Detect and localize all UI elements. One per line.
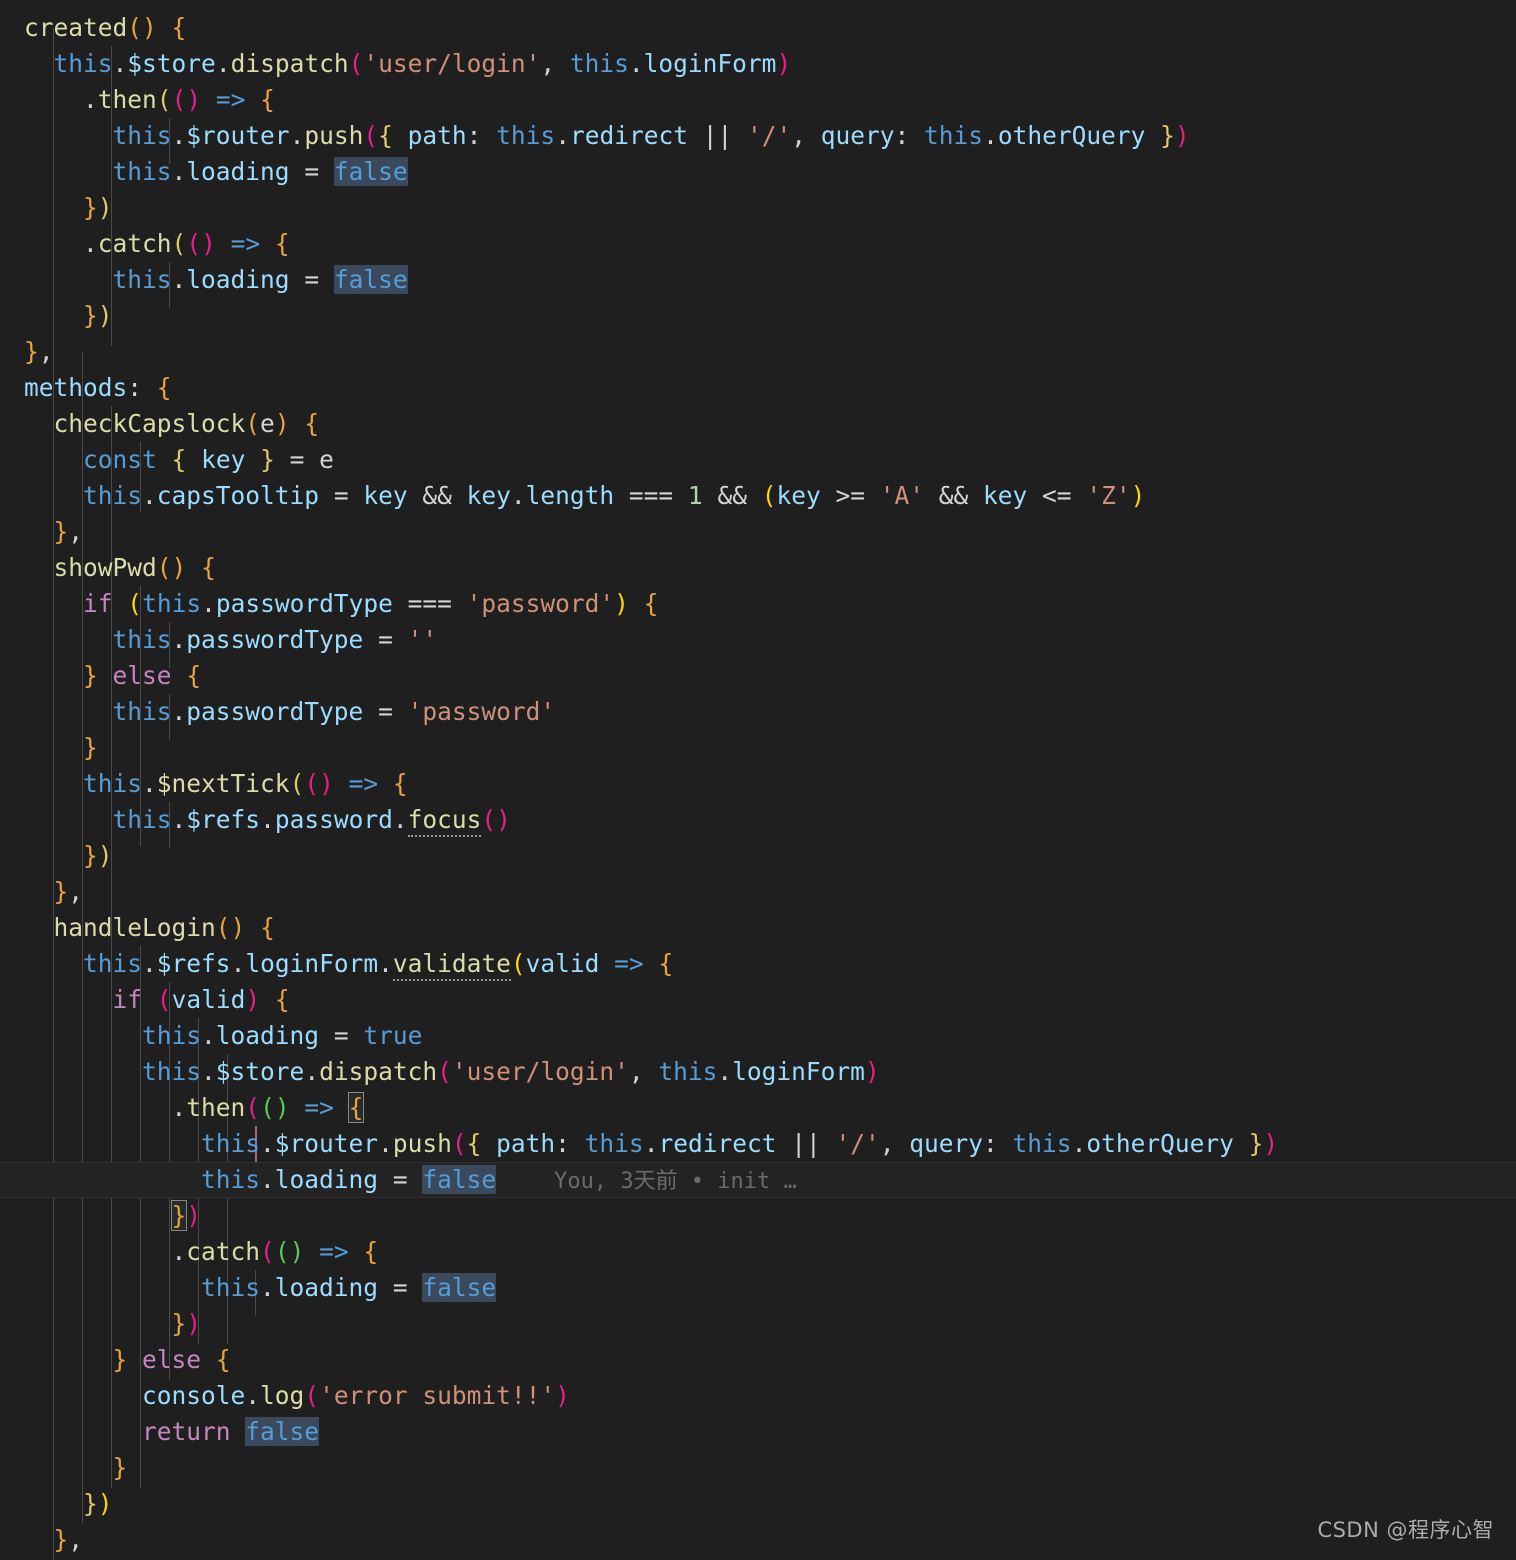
occurrence-highlight: false [334, 157, 408, 186]
code-line[interactable]: methods: { [0, 370, 1516, 406]
code-line[interactable]: }) [0, 1486, 1516, 1522]
code-line[interactable]: }, [0, 0, 1516, 10]
error-squiggle: focus [408, 805, 482, 837]
code-line[interactable]: this.loading = false [0, 1270, 1516, 1306]
code-line[interactable]: } [0, 730, 1516, 766]
code-line[interactable]: if (this.passwordType === 'password') { [0, 586, 1516, 622]
code-line[interactable]: }, [0, 1522, 1516, 1558]
code-line[interactable]: this.passwordType = '' [0, 622, 1516, 658]
code-line[interactable]: .catch(() => { [0, 1234, 1516, 1270]
code-line[interactable]: console.log('error submit!!') [0, 1378, 1516, 1414]
code-line[interactable]: this.loading = false [0, 154, 1516, 190]
code-line[interactable]: checkCapslock(e) { [0, 406, 1516, 442]
code-line[interactable]: this.loading = true [0, 1018, 1516, 1054]
code-line[interactable]: this.$router.push({ path: this.redirect … [0, 1126, 1516, 1162]
code-lines[interactable]: }, created() { this.$store.dispatch('use… [0, 0, 1516, 1558]
occurrence-highlight: false [245, 1417, 319, 1446]
code-line[interactable]: .then(() => { [0, 1090, 1516, 1126]
code-line[interactable]: this.$nextTick(() => { [0, 766, 1516, 802]
code-line[interactable]: }, [0, 514, 1516, 550]
bracket-match-close: } [172, 1201, 187, 1230]
occurrence-highlight: false [334, 265, 408, 294]
code-line[interactable]: }) [0, 838, 1516, 874]
code-line[interactable]: this.$router.push({ path: this.redirect … [0, 118, 1516, 154]
code-line[interactable]: .then(() => { [0, 82, 1516, 118]
code-line[interactable]: return false [0, 1414, 1516, 1450]
code-line[interactable]: }) [0, 190, 1516, 226]
error-squiggle: validate [393, 949, 511, 981]
code-line[interactable]: } else { [0, 1342, 1516, 1378]
code-line[interactable]: } [0, 1450, 1516, 1486]
code-line[interactable]: this.capsTooltip = key && key.length ===… [0, 478, 1516, 514]
code-editor-viewport[interactable]: }, created() { this.$store.dispatch('use… [0, 0, 1516, 1560]
code-line[interactable]: this.$store.dispatch('user/login', this.… [0, 1054, 1516, 1090]
bracket-match-open: { [349, 1093, 364, 1122]
code-line[interactable]: }, [0, 334, 1516, 370]
occurrence-highlight: false [422, 1165, 496, 1194]
code-line[interactable]: this.$refs.loginForm.validate(valid => { [0, 946, 1516, 982]
code-line[interactable]: showPwd() { [0, 550, 1516, 586]
code-line[interactable]: created() { [0, 10, 1516, 46]
code-line[interactable]: this.passwordType = 'password' [0, 694, 1516, 730]
code-line[interactable]: this.$refs.password.focus() [0, 802, 1516, 838]
occurrence-highlight: false [422, 1273, 496, 1302]
code-line[interactable]: }, [0, 874, 1516, 910]
code-line[interactable]: this.$store.dispatch('user/login', this.… [0, 46, 1516, 82]
code-line[interactable]: }) [0, 1306, 1516, 1342]
code-line[interactable]: if (valid) { [0, 982, 1516, 1018]
code-line[interactable]: }) [0, 298, 1516, 334]
git-blame-annotation[interactable]: You, 3天前 • init … [496, 1169, 797, 1194]
code-line[interactable]: } else { [0, 658, 1516, 694]
code-line[interactable]: handleLogin() { [0, 910, 1516, 946]
code-line[interactable]: this.loading = false [0, 262, 1516, 298]
code-line-current[interactable]: this.loading = falseYou, 3天前 • init … [0, 1162, 1516, 1198]
code-line[interactable]: const { key } = e [0, 442, 1516, 478]
code-line[interactable]: }) [0, 1198, 1516, 1234]
code-line[interactable]: .catch(() => { [0, 226, 1516, 262]
